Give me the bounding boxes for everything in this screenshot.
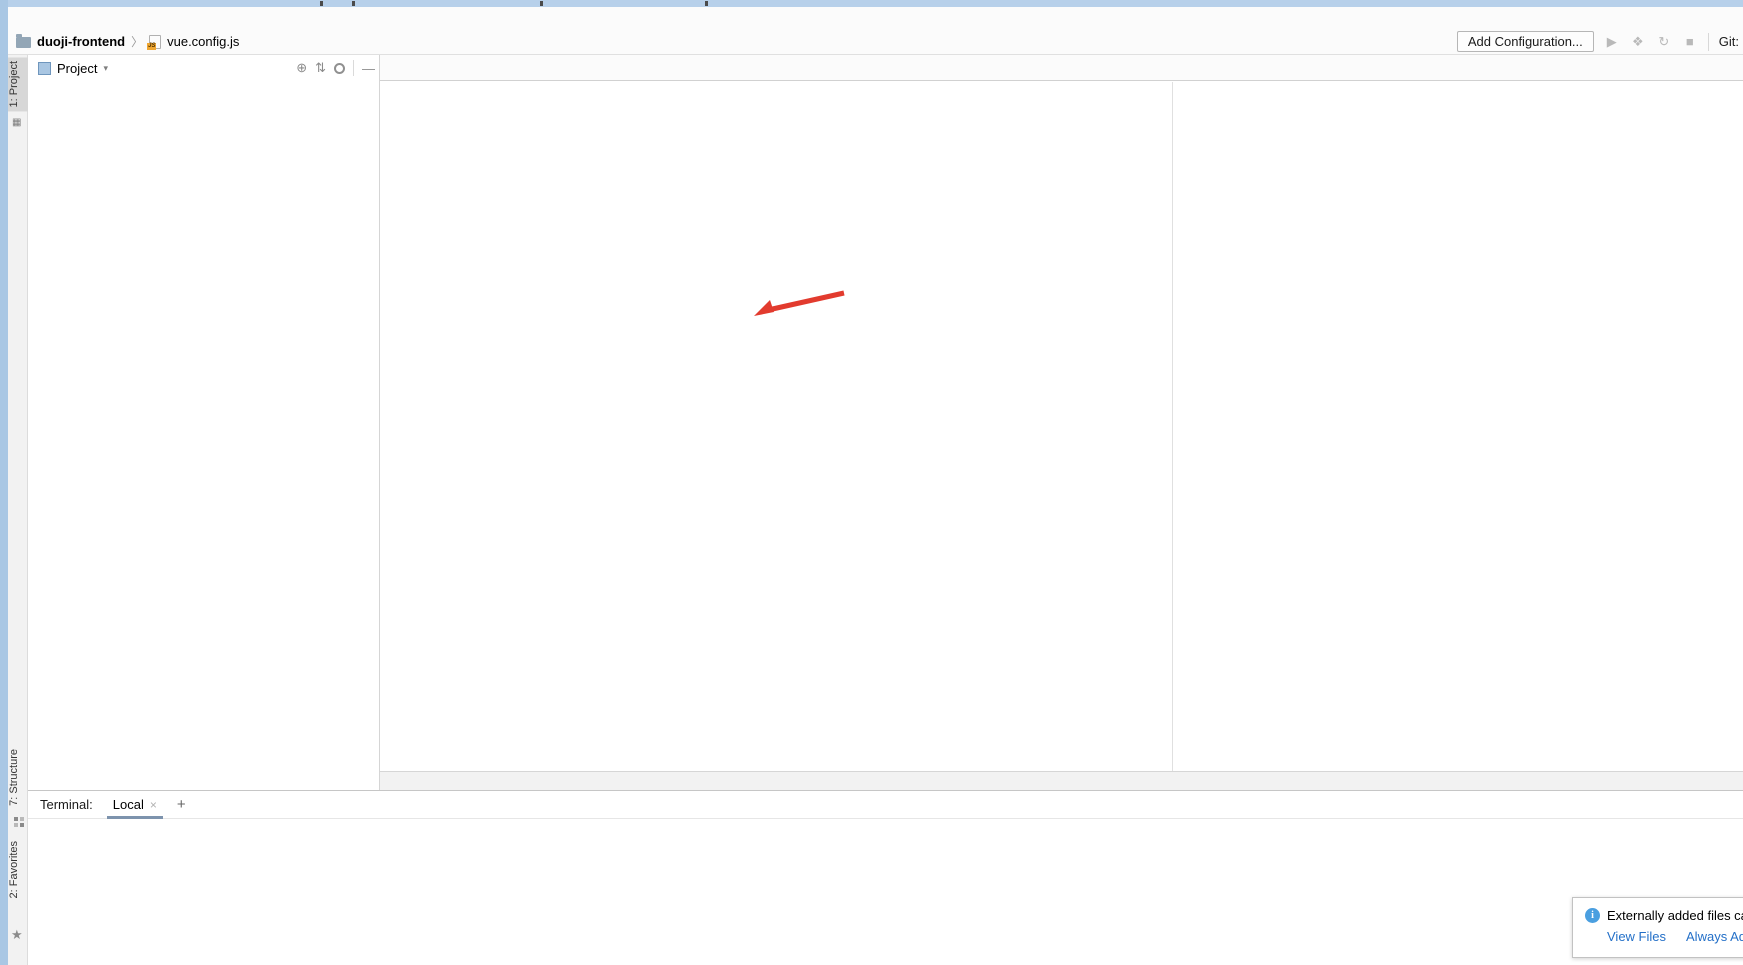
add-configuration-button[interactable]: Add Configuration... [1457, 31, 1594, 52]
terminal-header: Terminal: Local × + [28, 791, 1743, 819]
notification-popup: i Externally added files can View Files … [1572, 897, 1743, 958]
title-bar-mark [320, 1, 323, 6]
tool-window-tab-structure[interactable]: 7: Structure [8, 745, 28, 810]
stop-icon[interactable]: ■ [1682, 34, 1698, 49]
project-tree [28, 81, 379, 86]
js-file-icon: JS [149, 35, 161, 49]
title-bar-mark [705, 1, 708, 6]
main-toolbar: duoji-frontend 〉 JS vue.config.js Add Co… [8, 29, 1743, 55]
project-view-icon [38, 62, 51, 75]
breadcrumb-project[interactable]: duoji-frontend [37, 34, 125, 49]
view-files-link[interactable]: View Files [1607, 929, 1666, 944]
notification-message: Externally added files can [1607, 908, 1743, 923]
toolbar-divider [1708, 33, 1709, 51]
terminal-tab-local[interactable]: Local × [107, 791, 163, 819]
chevron-down-icon[interactable]: ▾ [103, 63, 108, 74]
debug-icon[interactable]: ❖ [1630, 34, 1646, 50]
gear-icon[interactable] [334, 63, 345, 74]
header-divider [353, 60, 354, 76]
ide-window: duoji-frontend 〉 JS vue.config.js Add Co… [0, 0, 1743, 965]
star-icon: ★ [11, 927, 23, 943]
terminal-panel: Terminal: Local × + [28, 790, 1743, 965]
project-panel-header: Project ▾ ⊕ ⇅ — [28, 55, 379, 81]
project-panel-title[interactable]: Project [57, 61, 97, 76]
hide-panel-icon[interactable]: — [362, 61, 375, 76]
code-editor[interactable] [380, 82, 1743, 771]
project-panel: Project ▾ ⊕ ⇅ — [28, 55, 380, 790]
always-add-link[interactable]: Always Add [1686, 929, 1743, 944]
breadcrumb: duoji-frontend 〉 JS vue.config.js [8, 33, 239, 50]
structure-icon [14, 817, 18, 821]
breadcrumb-file[interactable]: vue.config.js [167, 34, 239, 49]
right-margin-guide [1172, 82, 1173, 771]
menu-bar [8, 7, 1743, 29]
rerun-icon[interactable]: ↻ [1656, 34, 1672, 50]
terminal-title: Terminal: [40, 797, 93, 812]
tool-window-tab-project[interactable]: 1: Project [8, 57, 28, 111]
run-icon[interactable]: ▶ [1604, 34, 1620, 50]
window-left-edge [0, 0, 8, 965]
collapse-all-icon[interactable]: ⇅ [315, 60, 326, 76]
editor-tab-bar [380, 55, 1743, 81]
new-terminal-icon[interactable]: + [177, 796, 186, 813]
project-stripe-icon: ▦ [12, 117, 21, 128]
folder-icon [16, 37, 31, 48]
red-arrow-annotation [752, 286, 852, 326]
editor-area [380, 55, 1743, 790]
terminal-output[interactable] [28, 819, 1743, 833]
breadcrumb-separator: 〉 [131, 33, 143, 50]
title-bar-mark [540, 1, 543, 6]
left-tool-stripe: 1: Project ▦ 7: Structure 2: Favorites ★ [8, 55, 28, 965]
locate-icon[interactable]: ⊕ [296, 60, 307, 76]
window-title-bar [0, 0, 1743, 7]
close-icon[interactable]: × [150, 798, 157, 812]
git-widget-label[interactable]: Git: [1719, 34, 1739, 49]
title-bar-mark [352, 1, 355, 6]
editor-breadcrumbs [380, 771, 1743, 790]
info-icon: i [1585, 908, 1600, 923]
tool-window-tab-favorites[interactable]: 2: Favorites [8, 837, 28, 902]
